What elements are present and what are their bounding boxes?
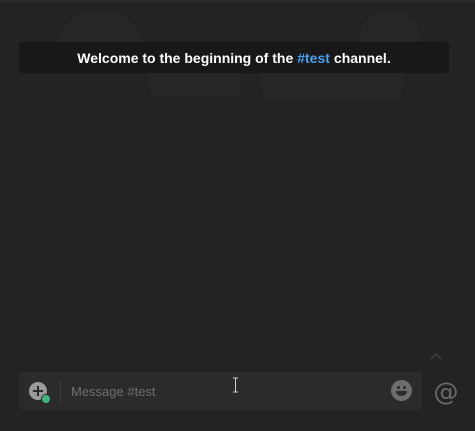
top-divider — [0, 0, 475, 2]
background-watermark — [360, 12, 420, 42]
welcome-text-prefix: Welcome to the beginning of the — [77, 49, 294, 66]
attach-file-button[interactable] — [29, 382, 51, 404]
upload-badge-icon — [41, 394, 51, 404]
emoji-picker-button[interactable] — [391, 380, 412, 401]
mention-button[interactable]: @ — [432, 374, 460, 408]
composer-divider — [60, 381, 61, 401]
chat-view: Welcome to the beginning of the #test ch… — [0, 0, 475, 431]
welcome-text-suffix: channel. — [333, 49, 391, 66]
scroll-to-top-button[interactable] — [429, 349, 443, 363]
message-composer — [19, 372, 422, 410]
channel-link[interactable]: #test — [297, 50, 330, 66]
welcome-banner: Welcome to the beginning of the #test ch… — [19, 42, 449, 73]
message-input[interactable] — [69, 372, 381, 410]
chevron-up-icon — [430, 352, 442, 360]
text-cursor-icon — [233, 377, 238, 393]
background-watermark — [262, 70, 402, 100]
background-watermark — [150, 70, 240, 96]
